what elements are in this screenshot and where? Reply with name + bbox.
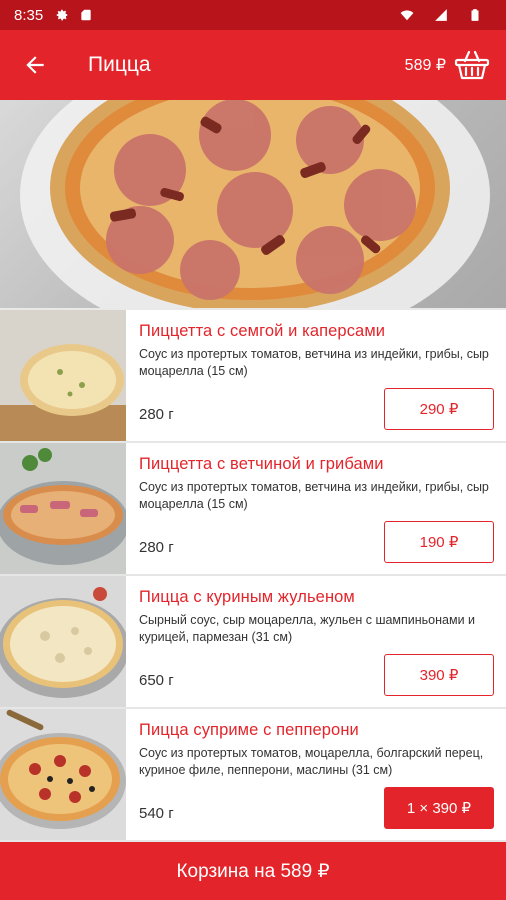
sd-card-icon <box>81 9 91 21</box>
product-description: Соус из протертых томатов, моцарелла, бо… <box>139 746 484 777</box>
list-item[interactable]: Пицца с куриным жульеном Сырный соус, сы… <box>0 576 506 709</box>
cart-total: 589 ₽ <box>404 57 446 74</box>
product-description: Соус из протертых томатов, ветчина из ин… <box>139 347 489 378</box>
signal-icon <box>435 9 447 21</box>
list-item[interactable]: Пиццетта с ветчиной и грибами Соус из пр… <box>0 443 506 576</box>
page-title: Пицца <box>88 53 151 76</box>
settings-icon <box>56 9 68 21</box>
product-name: Пицца с куриным жульеном <box>139 588 355 606</box>
basket-icon <box>454 50 490 80</box>
product-image <box>0 443 126 574</box>
add-to-cart-button[interactable]: 390 ₽ <box>384 654 494 696</box>
go-to-basket-button[interactable]: Корзина на 589 ₽ <box>0 842 506 900</box>
arrow-left-icon <box>26 56 44 74</box>
product-weight: 650 г <box>139 672 174 689</box>
status-bar: 8:35 <box>0 0 506 30</box>
product-description: Сырный соус, сыр моцарелла, жульен с шам… <box>139 613 476 644</box>
cart-button[interactable]: 589 ₽ <box>405 49 490 81</box>
category-hero-image <box>0 100 506 308</box>
list-item[interactable]: Пиццетта с семгой и каперсами Соус из пр… <box>0 310 506 443</box>
product-name: Пицца суприме с пепперони <box>139 721 359 739</box>
wifi-icon <box>400 10 414 21</box>
list-item[interactable]: Пицца суприме с пепперони Соус из протер… <box>0 709 506 842</box>
add-to-cart-button[interactable]: 290 ₽ <box>384 388 494 430</box>
add-to-cart-button[interactable]: 190 ₽ <box>384 521 494 563</box>
product-image <box>0 576 126 707</box>
battery-icon <box>471 9 479 21</box>
product-weight: 280 г <box>139 539 174 556</box>
app-bar: Пицца 589 ₽ <box>0 30 506 100</box>
back-button[interactable] <box>0 30 70 100</box>
product-name: Пиццетта с семгой и каперсами <box>139 322 386 340</box>
product-image <box>0 310 126 441</box>
product-name: Пиццетта с ветчиной и грибами <box>139 455 384 473</box>
status-time: 8:35 <box>14 6 44 24</box>
product-description: Соус из протертых томатов, ветчина из ин… <box>139 480 489 511</box>
product-weight: 280 г <box>139 406 174 423</box>
cart-quantity-button[interactable]: 1 × 390 ₽ <box>384 787 494 829</box>
product-image <box>0 709 126 840</box>
product-list: Пиццетта с семгой и каперсами Соус из пр… <box>0 310 506 842</box>
product-weight: 540 г <box>139 805 174 822</box>
